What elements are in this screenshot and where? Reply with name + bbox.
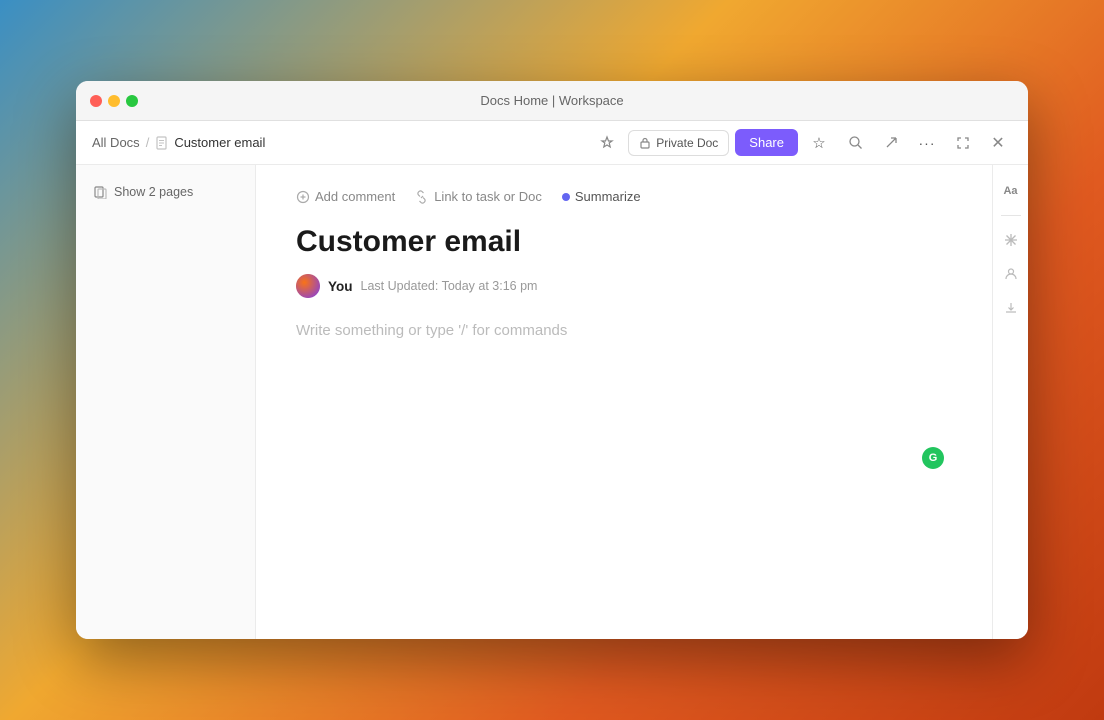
search-button[interactable]	[840, 128, 870, 158]
breadcrumb-current-label: Customer email	[174, 135, 265, 150]
app-window: Docs Home | Workspace All Docs / Custome…	[76, 81, 1028, 639]
close-button[interactable]	[90, 95, 102, 107]
summarize-item[interactable]: Summarize	[562, 189, 641, 204]
search-icon	[848, 135, 863, 150]
last-updated: Last Updated: Today at 3:16 pm	[361, 279, 538, 293]
window-title: Docs Home | Workspace	[480, 93, 623, 108]
download-button[interactable]	[997, 294, 1025, 322]
add-comment-item[interactable]: Add comment	[296, 189, 395, 204]
link-icon	[415, 190, 429, 204]
toolbar: All Docs / Customer email	[76, 121, 1028, 165]
private-doc-button[interactable]: Private Doc	[628, 130, 729, 156]
avatar-image	[296, 274, 320, 298]
toolbar-actions: Private Doc Share ☆ ···	[592, 128, 1012, 158]
export-button[interactable]	[876, 128, 906, 158]
show-pages-button[interactable]: Show 2 pages	[88, 181, 199, 203]
right-panel: Aa	[992, 165, 1028, 639]
fullscreen-button[interactable]	[948, 128, 978, 158]
close-icon: ✕	[991, 133, 1004, 153]
comment-icon	[296, 190, 310, 204]
document-title[interactable]: Customer email	[296, 224, 932, 260]
text-formatting-button[interactable]: Aa	[997, 177, 1025, 205]
window-close-button[interactable]: ✕	[984, 129, 1012, 157]
share-button[interactable]: Share	[735, 129, 798, 156]
minimize-button[interactable]	[108, 95, 120, 107]
export-icon	[884, 135, 899, 150]
content-area: Show 2 pages Add comment	[76, 165, 1028, 639]
pin-button[interactable]	[592, 128, 622, 158]
editor-placeholder: Write something or type '/' for commands	[296, 322, 567, 339]
author-name: You	[328, 279, 353, 294]
editor-content[interactable]: Write something or type '/' for commands	[296, 322, 932, 340]
person-icon	[1004, 267, 1018, 281]
show-pages-label: Show 2 pages	[114, 185, 193, 199]
text-format-icon: Aa	[1003, 185, 1017, 197]
freeze-button[interactable]	[997, 226, 1025, 254]
summarize-dot-icon	[562, 193, 570, 201]
download-icon	[1004, 301, 1018, 315]
author-row: You Last Updated: Today at 3:16 pm	[296, 274, 932, 298]
editor-toolbar: Add comment Link to task or Doc Summariz…	[296, 189, 932, 204]
title-bar: Docs Home | Workspace	[76, 81, 1028, 121]
traffic-lights	[90, 95, 138, 107]
snowflake-icon	[1004, 233, 1018, 247]
summarize-label: Summarize	[575, 189, 641, 204]
sidebar: Show 2 pages	[76, 165, 256, 639]
collaborators-button[interactable]	[997, 260, 1025, 288]
panel-divider	[1001, 215, 1021, 216]
fullscreen-icon	[956, 136, 970, 150]
editor[interactable]: Add comment Link to task or Doc Summariz…	[256, 165, 992, 639]
doc-icon	[155, 136, 169, 150]
more-button[interactable]: ···	[912, 128, 942, 158]
maximize-button[interactable]	[126, 95, 138, 107]
private-doc-label: Private Doc	[656, 136, 718, 150]
add-comment-label: Add comment	[315, 189, 395, 204]
pin-icon	[599, 135, 615, 151]
avatar	[296, 274, 320, 298]
star-icon: ☆	[812, 134, 825, 152]
pages-icon	[94, 185, 108, 199]
link-to-task-item[interactable]: Link to task or Doc	[415, 189, 542, 204]
breadcrumb-current: Customer email	[155, 135, 265, 150]
breadcrumb-separator: /	[146, 135, 150, 150]
breadcrumb-parent[interactable]: All Docs	[92, 135, 140, 150]
breadcrumb: All Docs / Customer email	[92, 135, 584, 150]
link-to-task-label: Link to task or Doc	[434, 189, 542, 204]
collaboration-indicator[interactable]: G	[922, 447, 944, 469]
lock-icon	[639, 137, 651, 149]
more-icon: ···	[919, 135, 936, 151]
star-button[interactable]: ☆	[804, 128, 834, 158]
